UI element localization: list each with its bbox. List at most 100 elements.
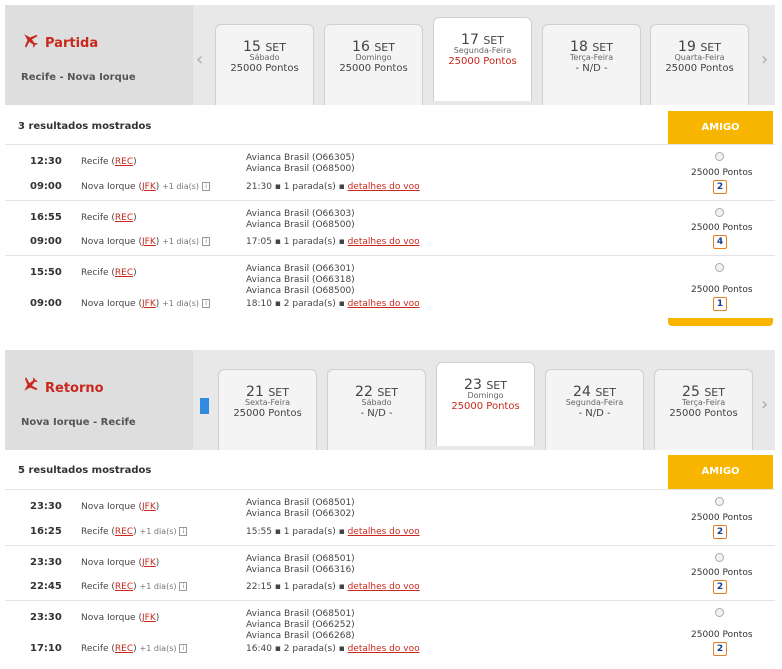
fare-radio[interactable]	[715, 263, 724, 272]
departure-time: 23:30	[30, 557, 62, 568]
date-tab[interactable]: 15 SET Sábado 25000 Pontos	[215, 24, 314, 105]
fare-radio[interactable]	[715, 208, 724, 217]
flight-row: 23:30 22:45 Nova Iorque (JFK) Recife (REC) …	[5, 546, 775, 601]
outbound-fare-footer	[668, 318, 773, 326]
plus-days: +1 dia(s)	[139, 582, 177, 591]
departure-city-name: Nova Iorque	[81, 502, 136, 512]
info-icon[interactable]: i	[202, 299, 211, 308]
return-header-left: Retorno Nova Iorque - Recife	[5, 350, 193, 450]
departure-city-name: Nova Iorque	[81, 613, 136, 623]
date-tab[interactable]: 24 SET Segunda-Feira - N/D -	[545, 369, 644, 450]
flight-details-link[interactable]: detalhes do voo	[348, 582, 420, 592]
flight-summary: 18:10 ▪ 2 parada(s) ▪ detalhes do voo	[246, 299, 420, 309]
flight-segment: Avianca Brasil (O66252)	[246, 620, 355, 630]
arrival-city-name: Recife	[81, 644, 109, 654]
date-tab[interactable]: 16 SET Domingo 25000 Pontos	[324, 24, 423, 105]
date-tab-weekday: Sábado	[249, 53, 280, 62]
flight-segments: Avianca Brasil (O66305) Avianca Brasil (O…	[246, 153, 355, 175]
flight-details-link[interactable]: detalhes do voo	[348, 644, 420, 654]
fare-radio[interactable]	[715, 608, 724, 617]
date-tab-price: 25000 Pontos	[448, 56, 517, 67]
arrival-city: Recife (REC) +1 dia(s) i	[81, 527, 188, 537]
fare-radio[interactable]	[715, 553, 724, 562]
departure-airport-link[interactable]: REC	[115, 268, 133, 278]
flight-segment: Avianca Brasil (O68501)	[246, 609, 355, 619]
departure-airport-link[interactable]: JFK	[142, 558, 156, 568]
info-icon[interactable]: i	[179, 582, 188, 591]
flight-duration: 17:05	[246, 237, 272, 247]
date-tab[interactable]: 21 SET Sexta-Feira 25000 Pontos	[218, 369, 317, 450]
departure-time: 23:30	[30, 612, 62, 623]
flight-details-link[interactable]: detalhes do voo	[348, 527, 420, 537]
date-tab[interactable]: 23 SET Domingo 25000 Pontos	[436, 362, 535, 446]
airplane-icon	[24, 34, 38, 48]
info-icon[interactable]: i	[179, 527, 188, 536]
date-tab[interactable]: 25 SET Terça-Feira 25000 Pontos	[654, 369, 753, 450]
departure-city-name: Recife	[81, 157, 109, 167]
arrival-airport-link[interactable]: JFK	[142, 237, 156, 247]
airplane-icon	[24, 377, 38, 391]
arrival-airport-link[interactable]: JFK	[142, 182, 156, 192]
chevron-left-icon[interactable]	[200, 398, 209, 414]
flight-summary: 22:15 ▪ 1 parada(s) ▪ detalhes do voo	[246, 582, 420, 592]
flight-details-link[interactable]: detalhes do voo	[348, 182, 420, 192]
departure-city: Recife (REC)	[81, 213, 137, 223]
flight-row: 12:30 09:00 Recife (REC) Nova Iorque (JFK) …	[5, 145, 775, 201]
arrival-city: Recife (REC) +1 dia(s) i	[81, 582, 188, 592]
flight-summary: 21:30 ▪ 1 parada(s) ▪ detalhes do voo	[246, 182, 420, 192]
arrival-city-name: Recife	[81, 582, 109, 592]
chevron-left-icon[interactable]: ‹	[196, 49, 203, 70]
flight-row: 15:50 09:00 Recife (REC) Nova Iorque (JFK) …	[5, 256, 775, 318]
arrival-airport-link[interactable]: REC	[115, 644, 133, 654]
arrival-airport-link[interactable]: JFK	[142, 299, 156, 309]
date-tab-price: - N/D -	[578, 408, 611, 419]
arrival-time: 17:10	[30, 643, 62, 654]
date-tab-price: 25000 Pontos	[339, 63, 408, 74]
date-tab-weekday: Terça-Feira	[681, 398, 726, 407]
arrival-city: Nova Iorque (JFK) +1 dia(s) i	[81, 237, 211, 247]
departure-airport-link[interactable]: REC	[115, 213, 133, 223]
flight-segment: Avianca Brasil (O66301)	[246, 264, 355, 274]
fare-radio[interactable]	[715, 152, 724, 161]
info-icon[interactable]: i	[202, 182, 211, 191]
outbound-fare-header: AMIGO	[668, 111, 773, 145]
departure-airport-link[interactable]: REC	[115, 157, 133, 167]
date-tab[interactable]: 17 SET Segunda-Feira 25000 Pontos	[433, 17, 532, 101]
flight-summary: 17:05 ▪ 1 parada(s) ▪ detalhes do voo	[246, 237, 420, 247]
flight-duration: 22:15	[246, 582, 272, 592]
departure-airport-link[interactable]: JFK	[142, 613, 156, 623]
flight-segment: Avianca Brasil (O68501)	[246, 554, 355, 564]
arrival-airport-link[interactable]: REC	[115, 527, 133, 537]
arrival-time: 09:00	[30, 236, 62, 247]
arrival-time: 22:45	[30, 581, 62, 592]
date-tab[interactable]: 22 SET Sábado - N/D -	[327, 369, 426, 450]
return-header: Retorno Nova Iorque - Recife › 21 SET Sex…	[5, 350, 775, 450]
date-tab-weekday: Domingo	[355, 53, 392, 62]
flight-segment: Avianca Brasil (O68500)	[246, 286, 355, 296]
seat-count-icon: 2	[713, 642, 727, 656]
departure-airport-link[interactable]: JFK	[142, 502, 156, 512]
fare-radio[interactable]	[715, 497, 724, 506]
seat-count-icon: 2	[713, 580, 727, 594]
seat-count-icon: 2	[713, 525, 727, 539]
fare-points: 25000 Pontos	[691, 168, 753, 178]
chevron-right-icon[interactable]: ›	[761, 49, 768, 70]
date-tab-price: 25000 Pontos	[669, 408, 738, 419]
flight-duration: 16:40	[246, 644, 272, 654]
departure-city-name: Recife	[81, 268, 109, 278]
flight-details-link[interactable]: detalhes do voo	[348, 237, 420, 247]
fare-points: 25000 Pontos	[691, 568, 753, 578]
info-icon[interactable]: i	[179, 644, 188, 653]
date-tab[interactable]: 19 SET Quarta-Feira 25000 Pontos	[650, 24, 749, 105]
date-tab-price: - N/D -	[360, 408, 393, 419]
chevron-right-icon[interactable]: ›	[761, 394, 768, 415]
departure-time: 15:50	[30, 267, 62, 278]
flight-segment: Avianca Brasil (O68500)	[246, 220, 355, 230]
outbound-results-count: 3 resultados mostrados	[18, 121, 152, 132]
date-tab[interactable]: 18 SET Terça-Feira - N/D -	[542, 24, 641, 105]
flight-details-link[interactable]: detalhes do voo	[348, 299, 420, 309]
flight-segment: Avianca Brasil (O66302)	[246, 509, 355, 519]
arrival-time: 09:00	[30, 181, 62, 192]
info-icon[interactable]: i	[202, 237, 211, 246]
arrival-airport-link[interactable]: REC	[115, 582, 133, 592]
